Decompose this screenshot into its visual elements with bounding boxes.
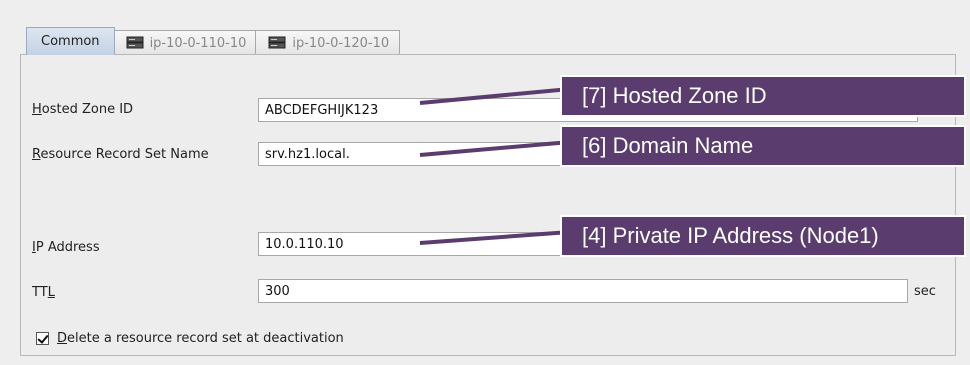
annotation-arrows bbox=[419, 84, 572, 245]
callout-private-ip-address: [4] Private IP Address (Node1) bbox=[560, 215, 966, 257]
arrow-domain-name bbox=[419, 137, 572, 157]
callout-domain-name: [6] Domain Name bbox=[560, 125, 966, 167]
tab-common[interactable]: Common bbox=[26, 27, 115, 55]
arrow-private-ip bbox=[419, 227, 572, 245]
arrow-hosted-zone bbox=[419, 84, 572, 105]
callout-hosted-zone-id: [7] Hosted Zone ID bbox=[560, 75, 966, 117]
properties-dialog: Common ip-10-0-110-10 ip-10-0-120-10 Hos… bbox=[0, 0, 970, 365]
tab-common-label: Common bbox=[41, 34, 100, 49]
